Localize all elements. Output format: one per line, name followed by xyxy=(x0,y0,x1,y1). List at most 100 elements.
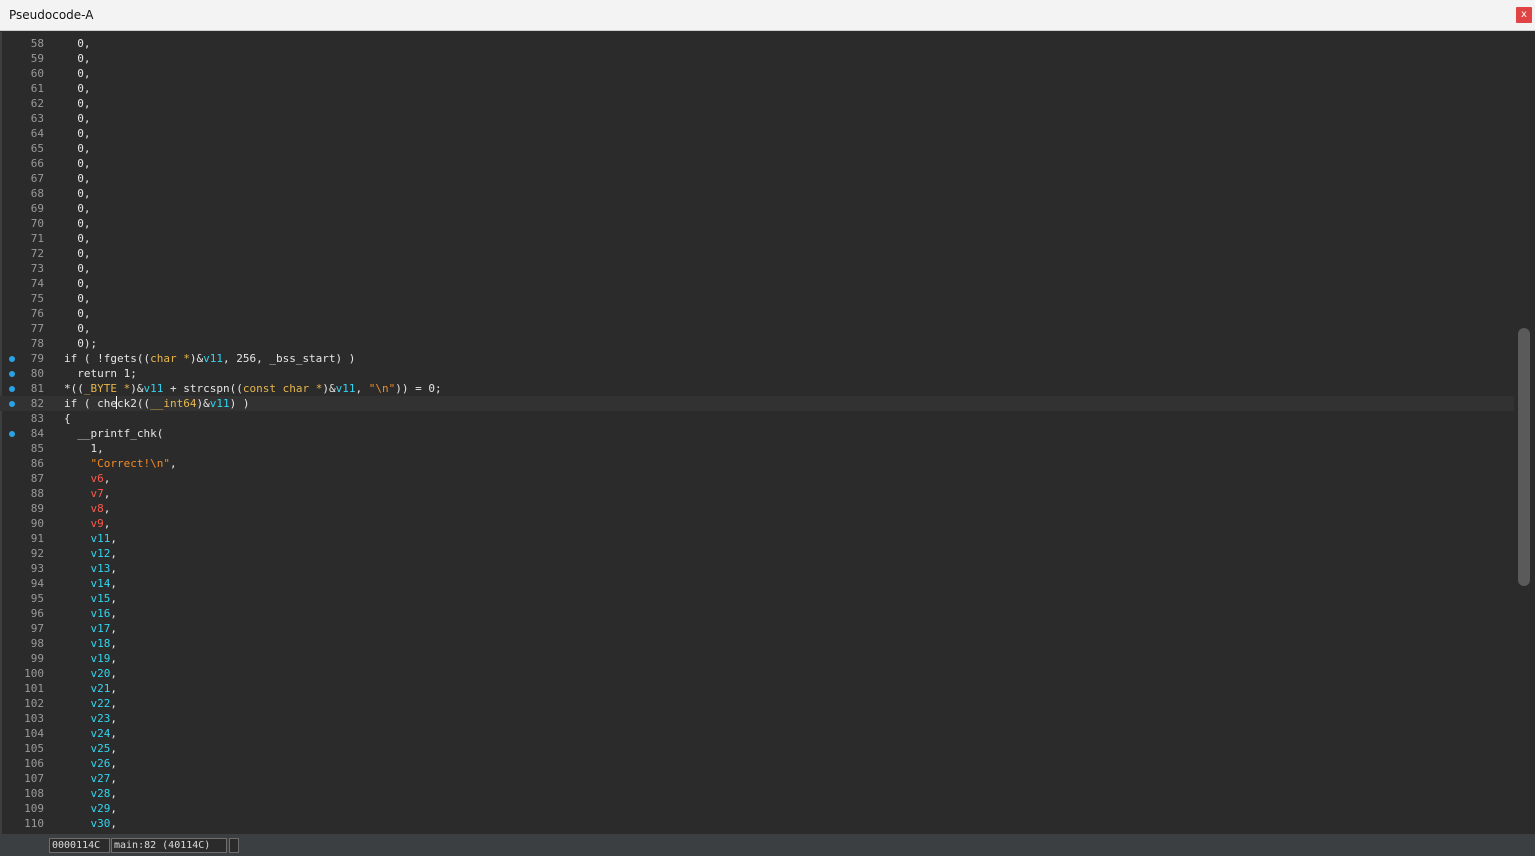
code-text: v13, xyxy=(64,561,118,576)
code-line[interactable]: 88 v7, xyxy=(0,486,1514,501)
token: 0, xyxy=(64,202,91,215)
code-line[interactable]: 80 return 1; xyxy=(0,366,1514,381)
token: ) ) xyxy=(229,397,250,410)
code-text: { xyxy=(64,411,71,426)
code-line[interactable]: 110 v30, xyxy=(0,816,1514,831)
code-text: 0, xyxy=(64,111,91,126)
token: { xyxy=(64,412,71,425)
code-line[interactable]: 105 v25, xyxy=(0,741,1514,756)
code-line[interactable]: 86 "Correct!\n", xyxy=(0,456,1514,471)
line-number: 90 xyxy=(30,517,44,530)
code-line[interactable]: 59 0, xyxy=(0,51,1514,66)
code-line[interactable]: 58 0, xyxy=(0,36,1514,51)
code-line[interactable]: 73 0, xyxy=(0,261,1514,276)
code-line[interactable]: 92 v12, xyxy=(0,546,1514,561)
line-number: 64 xyxy=(30,127,44,140)
code-line[interactable]: 69 0, xyxy=(0,201,1514,216)
code-line[interactable]: 75 0, xyxy=(0,291,1514,306)
code-line[interactable]: 82 if ( check2((__int64)&v11) ) xyxy=(0,396,1514,411)
token: 1, xyxy=(64,442,104,455)
code-line[interactable]: 76 0, xyxy=(0,306,1514,321)
code-line[interactable]: 61 0, xyxy=(0,81,1514,96)
code-line[interactable]: 79 if ( !fgets((char *)&v11, 256, _bss_st… xyxy=(0,351,1514,366)
token: , xyxy=(110,757,117,770)
code-line[interactable]: 106 v26, xyxy=(0,756,1514,771)
code-line[interactable]: 70 0, xyxy=(0,216,1514,231)
code-line[interactable]: 94 v14, xyxy=(0,576,1514,591)
code-line[interactable]: 68 0, xyxy=(0,186,1514,201)
code-line[interactable]: 91 v11, xyxy=(0,531,1514,546)
code-line[interactable]: 60 0, xyxy=(0,66,1514,81)
code-line[interactable]: 109 v29, xyxy=(0,801,1514,816)
line-number: 59 xyxy=(30,52,44,65)
token: , xyxy=(110,577,117,590)
close-button[interactable]: x xyxy=(1516,7,1532,23)
token: , xyxy=(110,787,117,800)
code-text: v24, xyxy=(64,726,118,741)
code-line[interactable]: 102 v22, xyxy=(0,696,1514,711)
code-line[interactable]: 87 v6, xyxy=(0,471,1514,486)
vertical-scrollbar[interactable] xyxy=(1514,32,1535,834)
code-line[interactable]: 84 __printf_chk( xyxy=(0,426,1514,441)
token: 0, xyxy=(64,247,91,260)
code-lines[interactable]: 58 0, 59 0, 60 0, 61 0, 62 0, 63 0, 64 0, 65 0,… xyxy=(0,36,1514,831)
code-text: v6, xyxy=(64,471,111,486)
line-number: 74 xyxy=(30,277,44,290)
status-address: 0000114C xyxy=(49,838,110,853)
code-line[interactable]: 100 v20, xyxy=(0,666,1514,681)
code-line[interactable]: 65 0, xyxy=(0,141,1514,156)
code-line[interactable]: 96 v16, xyxy=(0,606,1514,621)
token-type: const char * xyxy=(242,382,323,395)
code-line[interactable]: 78 0); xyxy=(0,336,1514,351)
code-line[interactable]: 93 v13, xyxy=(0,561,1514,576)
line-number: 110 xyxy=(24,817,44,830)
code-line[interactable]: 81 *((_BYTE *)&v11 + strcspn((const char … xyxy=(0,381,1514,396)
code-line[interactable]: 108 v28, xyxy=(0,786,1514,801)
line-number: 105 xyxy=(24,742,44,755)
code-line[interactable]: 72 0, xyxy=(0,246,1514,261)
token: 0, xyxy=(64,82,91,95)
token: 0, xyxy=(64,52,91,65)
token: 0, xyxy=(64,262,91,275)
line-number: 84 xyxy=(30,427,44,440)
code-line[interactable]: 99 v19, xyxy=(0,651,1514,666)
code-line[interactable]: 97 v17, xyxy=(0,621,1514,636)
pseudocode-editor[interactable]: 58 0, 59 0, 60 0, 61 0, 62 0, 63 0, 64 0, 65 0,… xyxy=(0,32,1535,834)
code-line[interactable]: 107 v27, xyxy=(0,771,1514,786)
scrollbar-thumb[interactable] xyxy=(1518,328,1530,586)
code-line[interactable]: 85 1, xyxy=(0,441,1514,456)
code-text: v29, xyxy=(64,801,118,816)
token: 0, xyxy=(64,217,91,230)
token: , xyxy=(355,382,369,395)
code-line[interactable]: 62 0, xyxy=(0,96,1514,111)
code-text: 0, xyxy=(64,81,91,96)
code-line[interactable]: 98 v18, xyxy=(0,636,1514,651)
code-text: v21, xyxy=(64,681,118,696)
code-line[interactable]: 63 0, xyxy=(0,111,1514,126)
window-titlebar[interactable]: Pseudocode-A x xyxy=(0,0,1535,31)
token: , xyxy=(103,472,111,485)
code-line[interactable]: 64 0, xyxy=(0,126,1514,141)
code-line[interactable]: 74 0, xyxy=(0,276,1514,291)
code-line[interactable]: 95 v15, xyxy=(0,591,1514,606)
token: if ( che xyxy=(64,397,117,410)
token-var: v17 xyxy=(90,622,111,635)
code-line[interactable]: 71 0, xyxy=(0,231,1514,246)
code-line[interactable]: 104 v24, xyxy=(0,726,1514,741)
code-line[interactable]: 66 0, xyxy=(0,156,1514,171)
code-line[interactable]: 89 v8, xyxy=(0,501,1514,516)
code-line[interactable]: 67 0, xyxy=(0,171,1514,186)
code-line[interactable]: 101 v21, xyxy=(0,681,1514,696)
token-var: v22 xyxy=(90,697,111,710)
token-var: v24 xyxy=(90,727,111,740)
token: 0, xyxy=(64,112,91,125)
token-type: _BYTE * xyxy=(83,382,131,395)
code-line[interactable]: 90 v9, xyxy=(0,516,1514,531)
code-line[interactable]: 103 v23, xyxy=(0,711,1514,726)
code-line[interactable]: 83 { xyxy=(0,411,1514,426)
code-text: __printf_chk( xyxy=(64,426,163,441)
code-line[interactable]: 77 0, xyxy=(0,321,1514,336)
